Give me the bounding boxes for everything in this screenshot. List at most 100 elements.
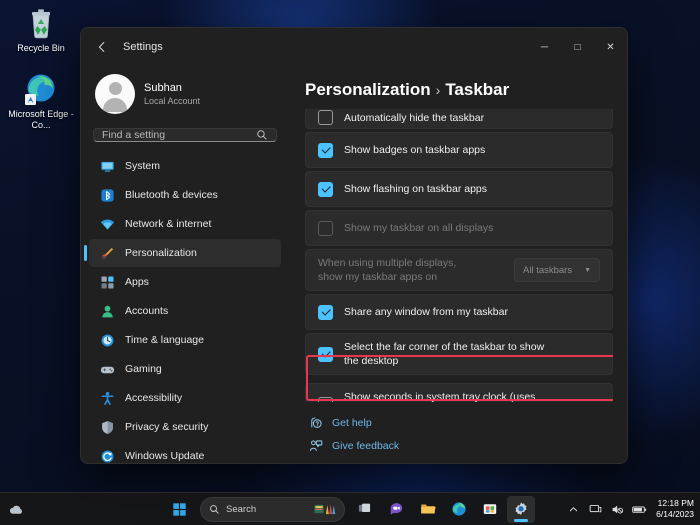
breadcrumb-parent[interactable]: Personalization: [305, 80, 431, 99]
help-links: Get help Give feedback: [305, 402, 613, 463]
task-view-icon: [358, 503, 371, 513]
sidebar-item-bluetooth-devices[interactable]: Bluetooth & devices: [89, 181, 281, 209]
help-icon: [309, 416, 323, 430]
setting-row-show-seconds-clock[interactable]: Show seconds in system tray clock (uses …: [305, 383, 613, 402]
search-icon: [210, 504, 219, 514]
link-give-feedback[interactable]: Give feedback: [309, 439, 613, 453]
setting-row-auto-hide-taskbar[interactable]: Automatically hide the taskbar: [305, 109, 613, 129]
settings-button[interactable]: [507, 495, 535, 523]
settings-window: Settings ─ □ ✕ Subhan Local Account Find…: [80, 27, 628, 464]
bluetooth-icon: [99, 187, 115, 203]
taskbar: Search 12:18 PM 6/14/2023: [0, 492, 700, 525]
sidebar-item-gaming[interactable]: Gaming: [89, 355, 281, 383]
sidebar-item-time-language[interactable]: Time & language: [89, 326, 281, 354]
setting-row-taskbar-all-displays: Show my taskbar on all displays: [305, 210, 613, 246]
sidebar-item-label: Accessibility: [125, 392, 183, 404]
setting-row-multiple-displays-apps: When using multiple displays, show my ta…: [305, 249, 613, 291]
user-avatar-icon: [95, 74, 135, 114]
microsoft-edge-button[interactable]: [445, 496, 473, 523]
minimize-button[interactable]: ─: [528, 28, 561, 66]
taskbar-clock[interactable]: 12:18 PM 6/14/2023: [656, 498, 694, 520]
sidebar-item-accessibility[interactable]: Accessibility: [89, 384, 281, 412]
taskbar-search-box[interactable]: Search: [200, 496, 345, 522]
breadcrumb-current: Taskbar: [445, 80, 510, 99]
sidebar-item-privacy-security[interactable]: Privacy & security: [89, 413, 281, 441]
user-profile[interactable]: Subhan Local Account: [89, 68, 281, 120]
shield-icon: [99, 419, 115, 435]
taskbar-center-group: Search: [165, 495, 535, 523]
setting-row-show-flashing[interactable]: Show flashing on taskbar apps: [305, 171, 613, 207]
window-body: Subhan Local Account Find a setting Syst…: [81, 66, 627, 463]
windows-update-icon: [99, 448, 115, 463]
sidebar-item-label: System: [125, 160, 161, 172]
accessibility-icon: [99, 390, 115, 406]
speaker-muted-icon[interactable]: [610, 502, 625, 517]
start-button[interactable]: [165, 496, 193, 523]
back-button[interactable]: [87, 33, 117, 61]
search-illustration-icon: [314, 503, 336, 514]
setting-label: Automatically hide the taskbar: [344, 112, 485, 124]
setting-label: Show my taskbar on all displays: [344, 222, 494, 234]
taskbar-weather[interactable]: [8, 501, 25, 518]
checkbox-show-seconds-clock[interactable]: [318, 396, 333, 402]
search-input[interactable]: [102, 129, 256, 141]
windows-start-icon: [172, 502, 186, 516]
settings-search-box[interactable]: [93, 128, 277, 142]
sidebar-item-windows-update[interactable]: Windows Update: [89, 442, 281, 463]
sidebar-item-accounts[interactable]: Accounts: [89, 297, 281, 325]
setting-label: Share any window from my taskbar: [344, 306, 508, 318]
taskbar-search-label: Search: [226, 503, 257, 515]
close-button[interactable]: ✕: [594, 28, 627, 66]
chevron-down-icon: ▼: [584, 266, 591, 274]
desktop: Recycle Bin Microsoft Edge - Co... Setti…: [0, 0, 700, 525]
battery-icon[interactable]: [632, 502, 647, 517]
sidebar-item-label: Time & language: [125, 334, 204, 346]
microsoft-store-button[interactable]: [476, 496, 504, 523]
window-controls: ─ □ ✕: [528, 28, 627, 66]
sidebar-item-system[interactable]: System: [89, 152, 281, 180]
back-arrow-icon: [98, 42, 105, 52]
checkbox-far-corner-show-desktop[interactable]: [318, 346, 333, 362]
setting-label: Show seconds in system tray clock (uses …: [344, 391, 536, 402]
checkbox-auto-hide-taskbar[interactable]: [318, 110, 333, 125]
search-icon: [257, 130, 267, 140]
chevron-up-icon[interactable]: [566, 502, 581, 517]
sidebar-item-label: Windows Update: [125, 450, 205, 462]
clock-date: 6/14/2023: [656, 509, 694, 519]
setting-row-share-any-window[interactable]: Share any window from my taskbar: [305, 294, 613, 330]
setting-label: Show flashing on taskbar apps: [344, 183, 488, 195]
checkbox-share-any-window[interactable]: [318, 304, 333, 320]
sidebar-item-personalization[interactable]: Personalization: [84, 239, 281, 267]
clock-time: 12:18 PM: [657, 498, 694, 508]
profile-name: Subhan: [144, 81, 182, 94]
file-explorer-button[interactable]: [414, 496, 442, 523]
link-get-help[interactable]: Get help: [309, 416, 613, 430]
settings-scroll-area[interactable]: Automatically hide the taskbar Show badg…: [305, 109, 613, 402]
sidebar-item-network-internet[interactable]: Network & internet: [89, 210, 281, 238]
desktop-icon-label: Recycle Bin: [17, 43, 65, 53]
sidebar-item-apps[interactable]: Apps: [89, 268, 281, 296]
maximize-button[interactable]: □: [561, 28, 594, 66]
checkbox-show-flashing[interactable]: [318, 181, 333, 197]
feedback-icon: [309, 439, 323, 453]
dropdown-taskbar-apps-on: All taskbars ▼: [514, 258, 600, 282]
setting-row-far-corner-show-desktop[interactable]: Select the far corner of the taskbar to …: [305, 333, 613, 375]
setting-label: Select the far corner of the taskbar to …: [344, 341, 545, 367]
sidebar-item-label: Accounts: [125, 305, 169, 317]
sidebar-nav: System Bluetooth & devices Network & int…: [84, 152, 281, 463]
task-view-button[interactable]: [352, 496, 380, 523]
file-explorer-icon: [421, 504, 436, 514]
display-icon[interactable]: [588, 502, 603, 517]
desktop-icon-recycle-bin[interactable]: Recycle Bin: [4, 6, 78, 54]
chat-button[interactable]: [383, 496, 411, 523]
link-label: Give feedback: [332, 440, 400, 452]
sidebar-item-label: Bluetooth & devices: [125, 189, 218, 201]
setting-row-show-badges[interactable]: Show badges on taskbar apps: [305, 132, 613, 168]
main-content: Personalization › Taskbar Automatically hi…: [289, 66, 627, 463]
microsoft-store-icon: [483, 504, 497, 514]
breadcrumb: Personalization › Taskbar: [305, 66, 613, 109]
dropdown-value: All taskbars: [523, 264, 573, 276]
desktop-icon-microsoft-edge[interactable]: Microsoft Edge - Co...: [4, 72, 78, 131]
checkbox-show-badges[interactable]: [318, 142, 333, 158]
microsoft-edge-icon: [452, 502, 466, 516]
